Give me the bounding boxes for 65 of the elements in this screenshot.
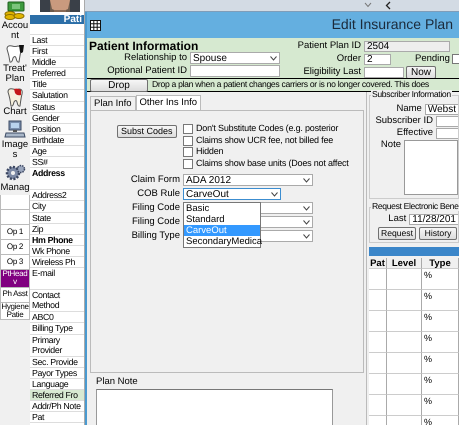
field-label: Optional Patient ID <box>106 66 188 76</box>
table-cell: % <box>422 311 459 332</box>
group-title: Subscriber Information <box>371 90 452 100</box>
field-label: First <box>30 46 84 58</box>
field-label: Billing Type <box>130 230 181 242</box>
field-label: E-mail <box>30 268 84 290</box>
checkbox-label: Hidden <box>196 147 224 158</box>
field-label: COB Rule <box>136 188 181 200</box>
group-title: Request Electronic Bene <box>371 202 459 212</box>
field-label: Address2 <box>30 190 84 202</box>
field-label: Age <box>30 146 84 158</box>
checkbox-label: Don't Substitute Codes (e.g. posterior <box>196 124 338 134</box>
table-cell: % <box>422 416 459 425</box>
field-label: Wk Phone <box>30 246 84 257</box>
field-label: Plan Note <box>96 377 139 388</box>
field-label: Effective <box>396 128 434 138</box>
table-cell: % <box>422 332 459 353</box>
field-label: Sec. Provide <box>30 356 84 368</box>
field-label: Name <box>395 104 423 114</box>
field-label: Billing Type <box>30 323 84 335</box>
field-label: State <box>30 212 84 224</box>
field-label: Preferred <box>30 68 84 80</box>
checkbox-label: Claims show base units (Does not affect <box>196 158 349 169</box>
table-cell: % <box>422 353 459 374</box>
field-label: Address <box>30 168 84 190</box>
window-title: Edit Insurance Plan <box>332 17 453 33</box>
table-cell: % <box>422 395 459 416</box>
field-label: Filing Code <box>130 216 181 228</box>
field-label: Birthdate <box>30 134 84 146</box>
field-label: Primary Provider <box>30 334 84 357</box>
field-label: Payor Types <box>30 368 84 379</box>
field-label: Patient Plan ID <box>296 40 362 52</box>
table-cell: % <box>422 374 459 395</box>
field-label: Pat <box>30 412 84 424</box>
field-label: Referred Fro <box>30 390 84 402</box>
panel-header: Pati <box>30 15 84 24</box>
field-label: SS# <box>30 157 84 168</box>
field-label: Hm Phone <box>30 234 84 246</box>
field-label: Zip <box>30 224 84 235</box>
field-label: Last <box>387 214 408 224</box>
field-label: Wireless Ph <box>30 256 84 268</box>
field-label: Title <box>30 79 84 90</box>
field-label: Middle <box>30 57 84 68</box>
field-label: ABC0 <box>30 312 84 324</box>
checkbox-label: Claims show UCR fee, not billed fee <box>196 136 334 146</box>
field-label: Claim Form <box>130 174 181 186</box>
hint-text: Drop a plan when a patient changes carriers or is no longer covered. This does <box>152 80 429 90</box>
field-label: Position <box>30 124 84 135</box>
field-label: Relationship to <box>123 52 188 64</box>
field-label: Contact Method <box>30 290 84 312</box>
field-label: Status <box>30 102 84 113</box>
field-label: Last <box>30 35 84 46</box>
field-label: Eligibility Last <box>302 66 362 78</box>
field-label: Order <box>336 54 362 64</box>
field-label: City <box>30 201 84 212</box>
field-label: Salutation <box>30 90 84 102</box>
field-label: Note <box>380 140 402 152</box>
table-cell: % <box>422 290 459 311</box>
field-label: Filing Code <box>130 202 181 214</box>
field-label: Addr/Ph Note <box>30 401 84 412</box>
section-heading: Patient Information <box>89 40 200 52</box>
checkbox-label: Pending <box>415 54 451 64</box>
table-cell: % <box>422 269 459 290</box>
field-label: Gender <box>30 112 84 124</box>
field-label: Subscriber ID <box>374 116 434 126</box>
